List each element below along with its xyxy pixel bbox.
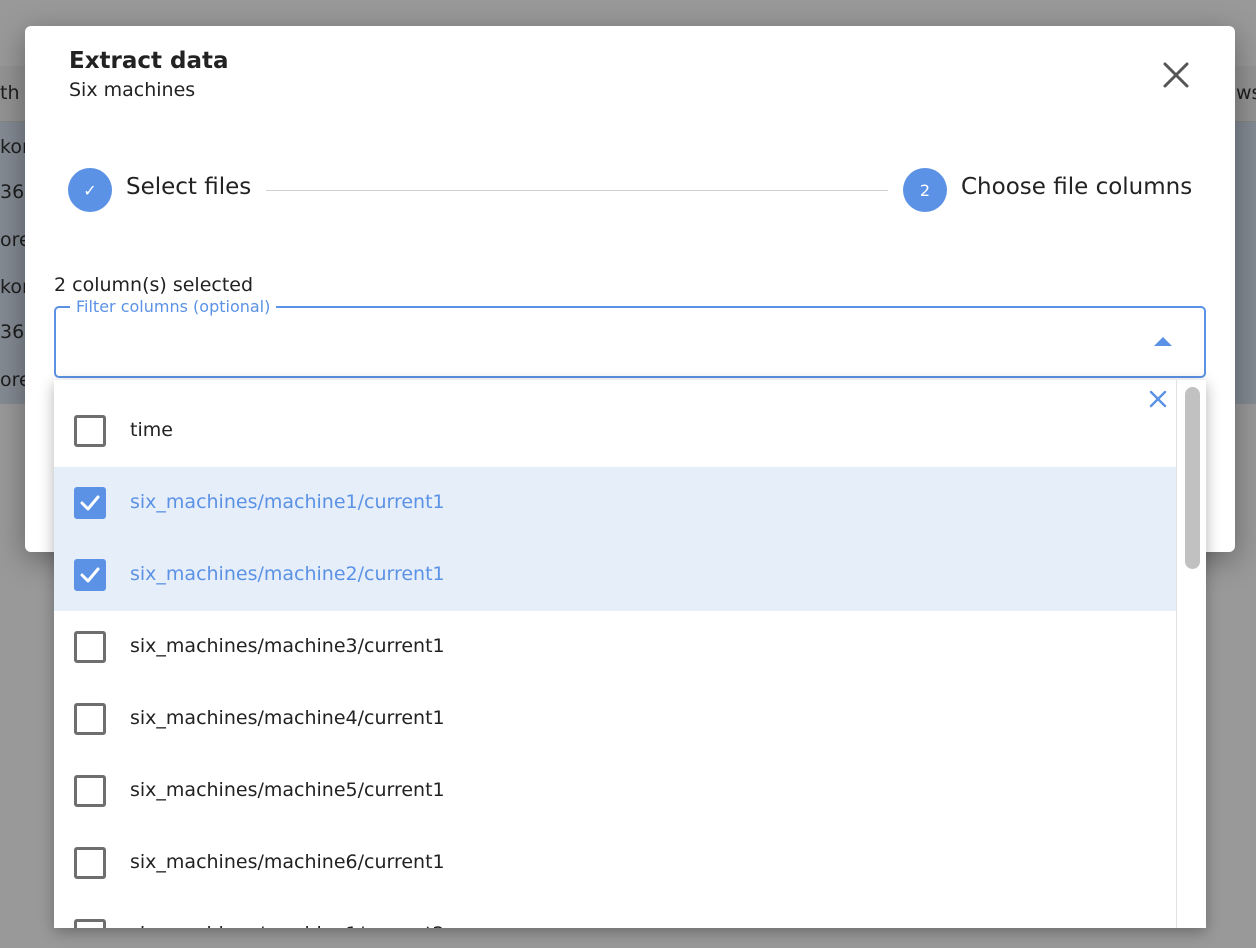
dropdown-scrollbar[interactable]	[1176, 380, 1206, 928]
step-2-number: 2	[903, 168, 947, 212]
filter-columns-input[interactable]	[70, 326, 1130, 360]
dialog-title: Extract data	[69, 48, 229, 74]
checkbox[interactable]	[74, 631, 106, 663]
column-options-dropdown: time six_machines/machine1/current1 six_ma…	[54, 380, 1206, 928]
filter-columns-field[interactable]: Filter columns (optional)	[54, 297, 1206, 378]
dropdown-scrollbar-thumb[interactable]	[1185, 387, 1200, 569]
column-option-label: six_machines/machine6/current1	[130, 851, 445, 873]
check-icon	[80, 495, 100, 511]
column-option-label: six_machines/machine3/current1	[130, 635, 445, 657]
stepper: ✓ Select files 2 Choose file columns	[68, 168, 1192, 212]
step-1-check-icon: ✓	[68, 168, 112, 212]
checkbox[interactable]	[74, 415, 106, 447]
checkbox[interactable]	[74, 775, 106, 807]
column-option[interactable]: time	[54, 395, 1176, 467]
column-option-label: six_machines/machine1/current2	[130, 923, 445, 928]
column-option-label: six_machines/machine4/current1	[130, 707, 445, 729]
column-option-label: time	[130, 419, 173, 441]
check-icon	[80, 567, 100, 583]
column-option-label: six_machines/machine5/current1	[130, 779, 445, 801]
checkbox-checked[interactable]	[74, 559, 106, 591]
column-option[interactable]: six_machines/machine1/current1	[54, 467, 1176, 539]
checkbox-checked[interactable]	[74, 487, 106, 519]
checkbox[interactable]	[74, 703, 106, 735]
column-option[interactable]: six_machines/machine4/current1	[54, 683, 1176, 755]
close-icon[interactable]	[1161, 60, 1191, 90]
clear-selection-icon[interactable]	[1146, 387, 1170, 411]
dropdown-arrow-up-icon[interactable]	[1154, 337, 1172, 346]
filter-columns-label: Filter columns (optional)	[70, 297, 277, 316]
step-connector	[266, 190, 888, 191]
column-option[interactable]: six_machines/machine1/current2	[54, 899, 1176, 928]
checkbox[interactable]	[74, 847, 106, 879]
selected-columns-count: 2 column(s) selected	[54, 274, 254, 296]
column-option-label: six_machines/machine1/current1	[130, 491, 445, 513]
step-2-label: Choose file columns	[961, 174, 1193, 200]
column-option[interactable]: six_machines/machine2/current1	[54, 539, 1176, 611]
step-1-label: Select files	[126, 174, 252, 200]
column-option[interactable]: six_machines/machine3/current1	[54, 611, 1176, 683]
dialog-subtitle: Six machines	[69, 79, 196, 101]
column-options-list: time six_machines/machine1/current1 six_ma…	[54, 395, 1176, 928]
column-option[interactable]: six_machines/machine6/current1	[54, 827, 1176, 899]
checkbox[interactable]	[74, 919, 106, 928]
column-option-label: six_machines/machine2/current1	[130, 563, 445, 585]
column-option[interactable]: six_machines/machine5/current1	[54, 755, 1176, 827]
